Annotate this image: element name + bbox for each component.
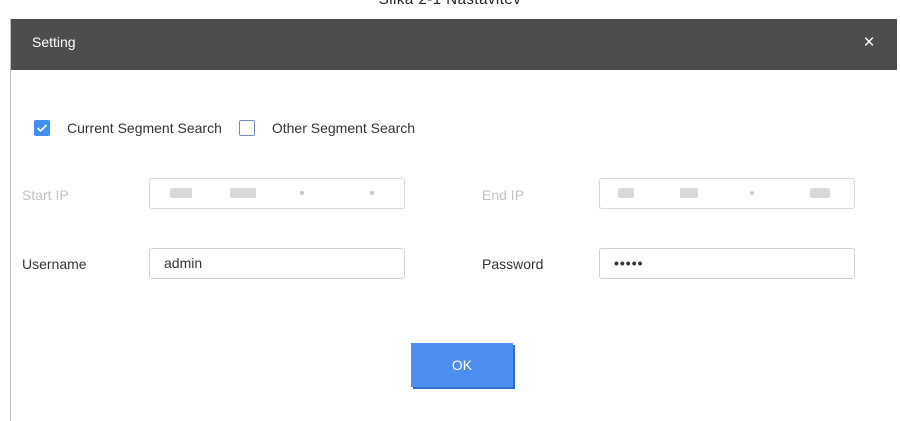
ip-octet-4	[810, 188, 830, 198]
ip-octet-3	[750, 191, 754, 195]
check-icon	[36, 124, 48, 133]
figure-caption: Slika 2-1 Nastavitev	[0, 0, 900, 8]
end-ip-field	[599, 178, 855, 209]
dialog-titlebar: Setting ×	[11, 19, 897, 70]
end-ip-label: End IP	[482, 187, 525, 203]
page: Slika 2-1 Nastavitev Setting × Current S…	[0, 0, 900, 421]
ip-octet-3	[300, 191, 304, 195]
setting-dialog: Setting × Current Segment Search Other S…	[10, 19, 897, 421]
ip-octet-1	[170, 188, 192, 198]
start-ip-label: Start IP	[22, 187, 69, 203]
close-icon[interactable]: ×	[859, 33, 879, 53]
search-mode-group: Current Segment Search Other Segment Sea…	[34, 118, 415, 138]
username-label: Username	[22, 256, 87, 272]
ip-octet-1	[618, 188, 634, 198]
current-segment-label[interactable]: Current Segment Search	[67, 120, 222, 136]
other-segment-label[interactable]: Other Segment Search	[272, 120, 415, 136]
password-field[interactable]: •••••	[599, 248, 855, 279]
password-label: Password	[482, 256, 544, 272]
ip-octet-4	[370, 191, 374, 195]
current-segment-checkbox[interactable]	[34, 120, 50, 136]
ok-button[interactable]: OK	[411, 343, 513, 387]
other-segment-checkbox[interactable]	[238, 120, 255, 136]
start-ip-field	[149, 178, 405, 209]
ip-octet-2	[230, 188, 256, 198]
ip-octet-2	[680, 188, 698, 198]
dialog-title: Setting	[32, 34, 76, 50]
username-field[interactable]: admin	[149, 248, 405, 279]
